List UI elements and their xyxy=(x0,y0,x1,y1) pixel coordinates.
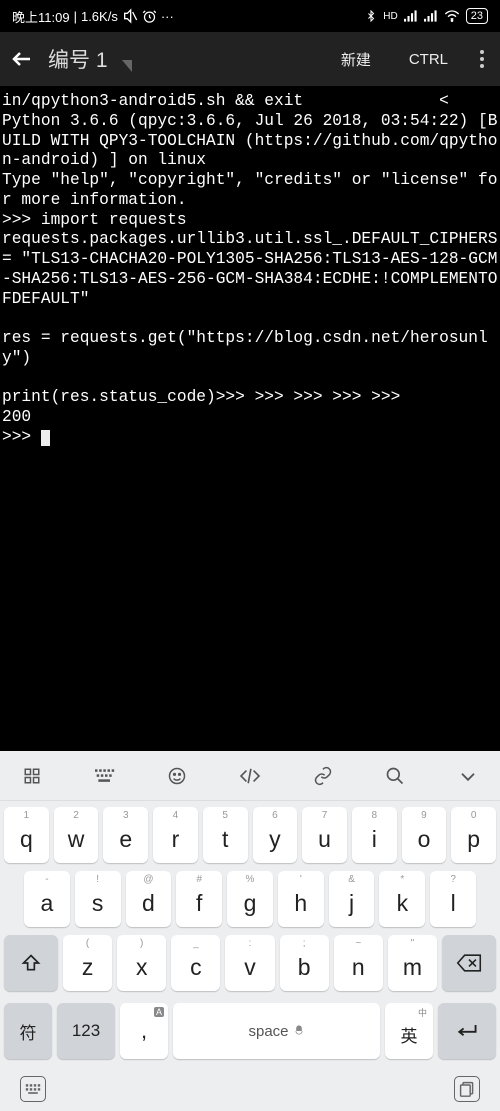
key-a[interactable]: -a xyxy=(24,871,70,927)
key-h[interactable]: 'h xyxy=(278,871,324,927)
key-y[interactable]: 6y xyxy=(253,807,298,863)
key-k[interactable]: *k xyxy=(379,871,425,927)
shift-key[interactable] xyxy=(4,935,58,991)
status-time: 晚上11:09 xyxy=(12,7,70,26)
key-q[interactable]: 1q xyxy=(4,807,49,863)
grid-icon[interactable] xyxy=(18,762,46,790)
ctrl-button[interactable]: CTRL xyxy=(397,51,460,68)
battery-icon: 23 xyxy=(466,8,488,24)
collapse-icon[interactable] xyxy=(454,762,482,790)
keyboard-footer xyxy=(0,1067,500,1111)
link-icon[interactable] xyxy=(309,762,337,790)
new-button[interactable]: 新建 xyxy=(329,49,383,70)
comma-key[interactable]: A , xyxy=(120,1003,168,1059)
code-icon[interactable] xyxy=(236,762,264,790)
keyboard-bottom-row: 符 123 A , space 中 英 xyxy=(0,1003,500,1067)
clipboard-icon[interactable] xyxy=(454,1076,480,1102)
signal-icon-2 xyxy=(424,10,438,22)
key-w[interactable]: 2w xyxy=(54,807,99,863)
status-right: HD 23 xyxy=(365,8,488,24)
more-dots: ··· xyxy=(161,9,174,24)
keyboard-switch-icon[interactable] xyxy=(20,1076,46,1102)
key-u[interactable]: 7u xyxy=(302,807,347,863)
status-speed: 1.6K/s xyxy=(81,9,118,24)
keyboard-row-3: (z)x_c:v;b~n"m xyxy=(4,935,496,991)
key-i[interactable]: 8i xyxy=(352,807,397,863)
key-g[interactable]: %g xyxy=(227,871,273,927)
cursor xyxy=(41,430,50,446)
key-n[interactable]: ~n xyxy=(334,935,383,991)
status-bar: 晚上11:09 | 1.6K/s ··· HD 23 xyxy=(0,0,500,32)
key-p[interactable]: 0p xyxy=(451,807,496,863)
search-icon[interactable] xyxy=(381,762,409,790)
key-b[interactable]: ;b xyxy=(280,935,329,991)
key-z[interactable]: (z xyxy=(63,935,112,991)
key-t[interactable]: 5t xyxy=(203,807,248,863)
key-l[interactable]: ?l xyxy=(430,871,476,927)
keyboard-row-1: 1q2w3e4r5t6y7u8i9o0p xyxy=(4,807,496,863)
key-c[interactable]: _c xyxy=(171,935,220,991)
number-key[interactable]: 123 xyxy=(57,1003,115,1059)
enter-key[interactable] xyxy=(438,1003,496,1059)
signal-icon xyxy=(404,10,418,22)
keyboard-layout-icon[interactable] xyxy=(91,762,119,790)
key-r[interactable]: 4r xyxy=(153,807,198,863)
back-button[interactable] xyxy=(10,47,34,71)
keyboard: 1q2w3e4r5t6y7u8i9o0p -a!s@d#f%g'h&j*k?l … xyxy=(0,751,500,1111)
key-d[interactable]: @d xyxy=(126,871,172,927)
key-m[interactable]: "m xyxy=(388,935,437,991)
wifi-icon xyxy=(444,10,460,22)
emoji-icon[interactable] xyxy=(163,762,191,790)
backspace-key[interactable] xyxy=(442,935,496,991)
key-v[interactable]: :v xyxy=(225,935,274,991)
keyboard-row-2: -a!s@d#f%g'h&j*k?l xyxy=(4,871,496,927)
key-j[interactable]: &j xyxy=(329,871,375,927)
language-key[interactable]: 中 英 xyxy=(385,1003,433,1059)
more-menu-button[interactable] xyxy=(474,50,490,68)
status-left: 晚上11:09 | 1.6K/s ··· xyxy=(12,7,174,26)
tab-title[interactable]: 编号 1 xyxy=(48,44,108,74)
symbol-key[interactable]: 符 xyxy=(4,1003,52,1059)
key-o[interactable]: 9o xyxy=(402,807,447,863)
mute-icon xyxy=(122,8,138,24)
key-x[interactable]: )x xyxy=(117,935,166,991)
alarm-icon xyxy=(142,9,157,24)
tab-dropdown-icon[interactable] xyxy=(122,60,132,72)
key-f[interactable]: #f xyxy=(176,871,222,927)
space-key[interactable]: space xyxy=(173,1003,380,1059)
key-e[interactable]: 3e xyxy=(103,807,148,863)
keyboard-toolbar xyxy=(0,751,500,801)
app-header: 编号 1 新建 CTRL xyxy=(0,32,500,86)
hd-icon: HD xyxy=(383,11,397,22)
key-s[interactable]: !s xyxy=(75,871,121,927)
terminal-output[interactable]: in/qpython3-android5.sh && exit < Python… xyxy=(0,86,500,686)
bluetooth-icon xyxy=(365,9,377,23)
